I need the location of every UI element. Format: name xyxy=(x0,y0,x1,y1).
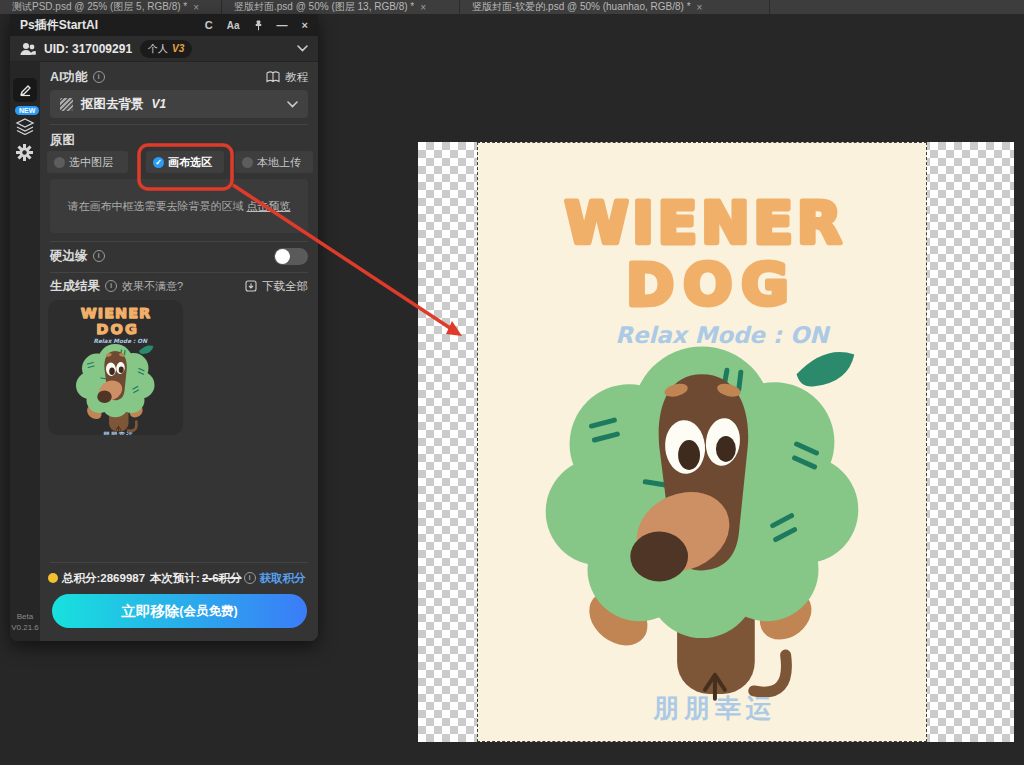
layers-icon xyxy=(15,118,35,135)
info-icon[interactable]: i xyxy=(244,572,256,584)
source-section-label: 原图 xyxy=(50,132,75,149)
close-icon[interactable]: × xyxy=(302,19,308,31)
panel-main: AI功能 i 教程 抠图去背景 V1 原图 选中图层 xyxy=(40,62,318,641)
download-icon[interactable] xyxy=(245,280,257,292)
cta-sub-label: (会员免费) xyxy=(179,603,237,620)
credits-total: 总积分:2869987 xyxy=(62,571,145,586)
result-thumbnail[interactable] xyxy=(48,300,183,435)
result-hint: 效果不满意? xyxy=(122,279,183,294)
uid-label: UID: 317009291 xyxy=(44,42,132,56)
coin-icon xyxy=(48,573,58,583)
radio-selected-layer[interactable]: 选中图层 xyxy=(47,151,128,173)
hint-box: 请在画布中框选需要去除背景的区域 点击预览 xyxy=(50,179,308,233)
remove-now-button[interactable]: 立即移除 (会员免费) xyxy=(52,594,307,628)
account-type: 个人 xyxy=(148,42,168,56)
settings-button[interactable] xyxy=(16,144,33,165)
pin-icon[interactable] xyxy=(254,20,263,31)
get-credits-link[interactable]: 获取积分 xyxy=(260,571,306,586)
hint-text: 请在画布中框选需要去除背景的区域 xyxy=(67,200,243,212)
minimize-icon[interactable]: — xyxy=(277,19,288,31)
refresh-icon[interactable]: C xyxy=(205,19,213,31)
radio-label: 本地上传 xyxy=(257,155,301,170)
tab-label: 测试PSD.psd @ 25% (图层 5, RGB/8) * xyxy=(12,0,187,14)
tool-strip: NEW Beta V0.21 xyxy=(10,62,40,641)
tab-label: 竖版封面.psd @ 50% (图层 13, RGB/8) * xyxy=(234,0,414,14)
wiener-dog-artwork xyxy=(478,143,926,741)
info-icon[interactable]: i xyxy=(105,280,117,292)
edit-tool-button[interactable] xyxy=(13,78,37,102)
tab-label: 竖版封面-软爱的.psd @ 50% (huanhao, RGB/8) * xyxy=(472,0,691,14)
layers-tool-button[interactable] xyxy=(15,118,35,139)
thumbnail-artwork xyxy=(59,300,172,435)
matting-icon xyxy=(60,98,73,111)
radio-label: 画布选区 xyxy=(168,155,212,170)
panel-title: Ps插件StartAI xyxy=(20,17,98,34)
ai-section-label: AI功能 xyxy=(50,69,88,86)
account-version: V3 xyxy=(172,43,184,54)
canvas-document[interactable] xyxy=(418,142,1014,742)
radio-local-upload[interactable]: 本地上传 xyxy=(235,151,313,173)
new-badge: NEW xyxy=(15,106,39,115)
feature-dropdown[interactable]: 抠图去背景 V1 xyxy=(50,90,308,118)
preview-link[interactable]: 点击预览 xyxy=(247,200,291,212)
radio-label: 选中图层 xyxy=(69,155,113,170)
credits-estimate-label: 本次预计: xyxy=(150,571,200,586)
version-label: V0.21.6 xyxy=(10,622,40,633)
document-tab[interactable]: 测试PSD.psd @ 25% (图层 5, RGB/8) * × xyxy=(0,0,222,14)
credits-estimate-value: 2-6积分 xyxy=(202,571,242,586)
tab-close-icon[interactable]: × xyxy=(193,2,199,13)
tutorial-book-icon[interactable] xyxy=(266,71,280,83)
beta-version: Beta V0.21.6 xyxy=(10,611,40,633)
radio-circle-checked: ✓ xyxy=(153,157,164,168)
gear-icon xyxy=(16,144,33,161)
result-section-label: 生成结果 xyxy=(50,278,100,295)
document-tab[interactable]: 竖版封面-软爱的.psd @ 50% (huanhao, RGB/8) * × xyxy=(460,0,770,14)
document-tab[interactable]: 竖版封面.psd @ 50% (图层 13, RGB/8) * × xyxy=(222,0,460,14)
chevron-down-icon xyxy=(287,101,298,108)
dropdown-version: V1 xyxy=(152,97,167,111)
account-badge: 个人 V3 xyxy=(140,40,192,58)
hard-edge-label: 硬边缘 xyxy=(50,248,88,265)
download-all-label[interactable]: 下载全部 xyxy=(262,279,308,294)
tab-close-icon[interactable]: × xyxy=(697,2,703,13)
radio-circle xyxy=(242,157,253,168)
user-icon xyxy=(20,42,36,56)
artboard-selection[interactable] xyxy=(477,142,927,742)
tab-close-icon[interactable]: × xyxy=(420,2,426,13)
fontsize-icon[interactable]: Aa xyxy=(227,20,240,31)
startai-plugin-panel: Ps插件StartAI C Aa — × UID: 317009291 个人 V… xyxy=(10,14,318,641)
tutorial-label[interactable]: 教程 xyxy=(285,70,308,85)
beta-label: Beta xyxy=(10,611,40,622)
hard-edge-toggle[interactable] xyxy=(274,248,308,265)
document-tab-bar: 测试PSD.psd @ 25% (图层 5, RGB/8) * × 竖版封面.ps… xyxy=(0,0,1024,14)
info-icon[interactable]: i xyxy=(93,250,105,262)
dropdown-label: 抠图去背景 xyxy=(81,96,144,113)
radio-canvas-selection[interactable]: ✓ 画布选区 xyxy=(146,151,224,173)
pencil-icon xyxy=(19,84,32,97)
radio-circle xyxy=(54,157,65,168)
account-row[interactable]: UID: 317009291 个人 V3 xyxy=(10,36,318,62)
cta-label: 立即移除 xyxy=(121,602,179,621)
panel-titlebar[interactable]: Ps插件StartAI C Aa — × xyxy=(10,14,318,36)
info-icon[interactable]: i xyxy=(93,71,105,83)
photoshop-window: WIENER DOG Relax Mode : ON xyxy=(0,0,1024,765)
chevron-down-icon[interactable] xyxy=(297,45,308,52)
